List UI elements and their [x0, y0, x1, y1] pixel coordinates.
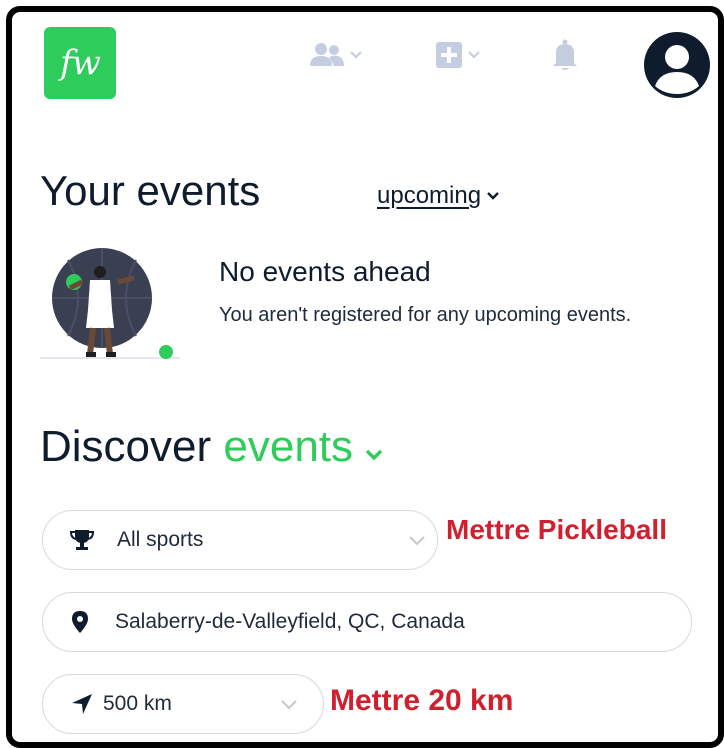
app-logo[interactable]: fw [44, 27, 116, 99]
basketball-player-illustration [40, 248, 180, 359]
empty-state-message: You aren't registered for any upcoming e… [219, 304, 632, 326]
sport-select[interactable]: All sports [42, 510, 438, 570]
discover-title-part1: Discover [40, 422, 212, 471]
create-menu[interactable] [436, 42, 480, 68]
events-filter-label: upcoming [377, 182, 482, 209]
chevron-down-icon [366, 449, 383, 461]
location-arrow-icon [71, 693, 93, 715]
app-frame: fw Your events upcoming No events ahead … [6, 6, 724, 748]
discover-title-part2: events [223, 422, 354, 471]
map-pin-icon [71, 611, 89, 633]
notifications-button[interactable] [552, 39, 578, 71]
distance-value: 500 km [103, 692, 172, 715]
your-events-title: Your events [40, 167, 261, 214]
location-input[interactable]: Salaberry-de-Valleyfield, QC, Canada [42, 592, 692, 652]
discover-events-title[interactable]: Discover events [40, 422, 383, 472]
chevron-down-icon [409, 536, 425, 546]
logo-text: fw [60, 43, 101, 83]
groups-menu[interactable] [310, 42, 362, 68]
chevron-down-icon [281, 700, 297, 710]
plus-square-icon [436, 42, 462, 68]
annotation-sport: Mettre Pickleball [446, 514, 667, 545]
location-value: Salaberry-de-Valleyfield, QC, Canada [115, 610, 465, 633]
sport-select-value: All sports [117, 528, 204, 551]
empty-state-title: No events ahead [219, 256, 431, 287]
trophy-icon [69, 529, 95, 551]
annotation-distance: Mettre 20 km [330, 684, 514, 717]
events-filter-dropdown[interactable]: upcoming [377, 182, 499, 210]
chevron-down-icon [350, 51, 362, 59]
user-avatar-icon[interactable] [644, 32, 710, 98]
chevron-down-icon [468, 51, 480, 59]
distance-select[interactable]: 500 km [42, 674, 324, 734]
bell-icon [553, 39, 577, 70]
chevron-down-icon [487, 192, 499, 200]
people-icon [310, 43, 344, 66]
